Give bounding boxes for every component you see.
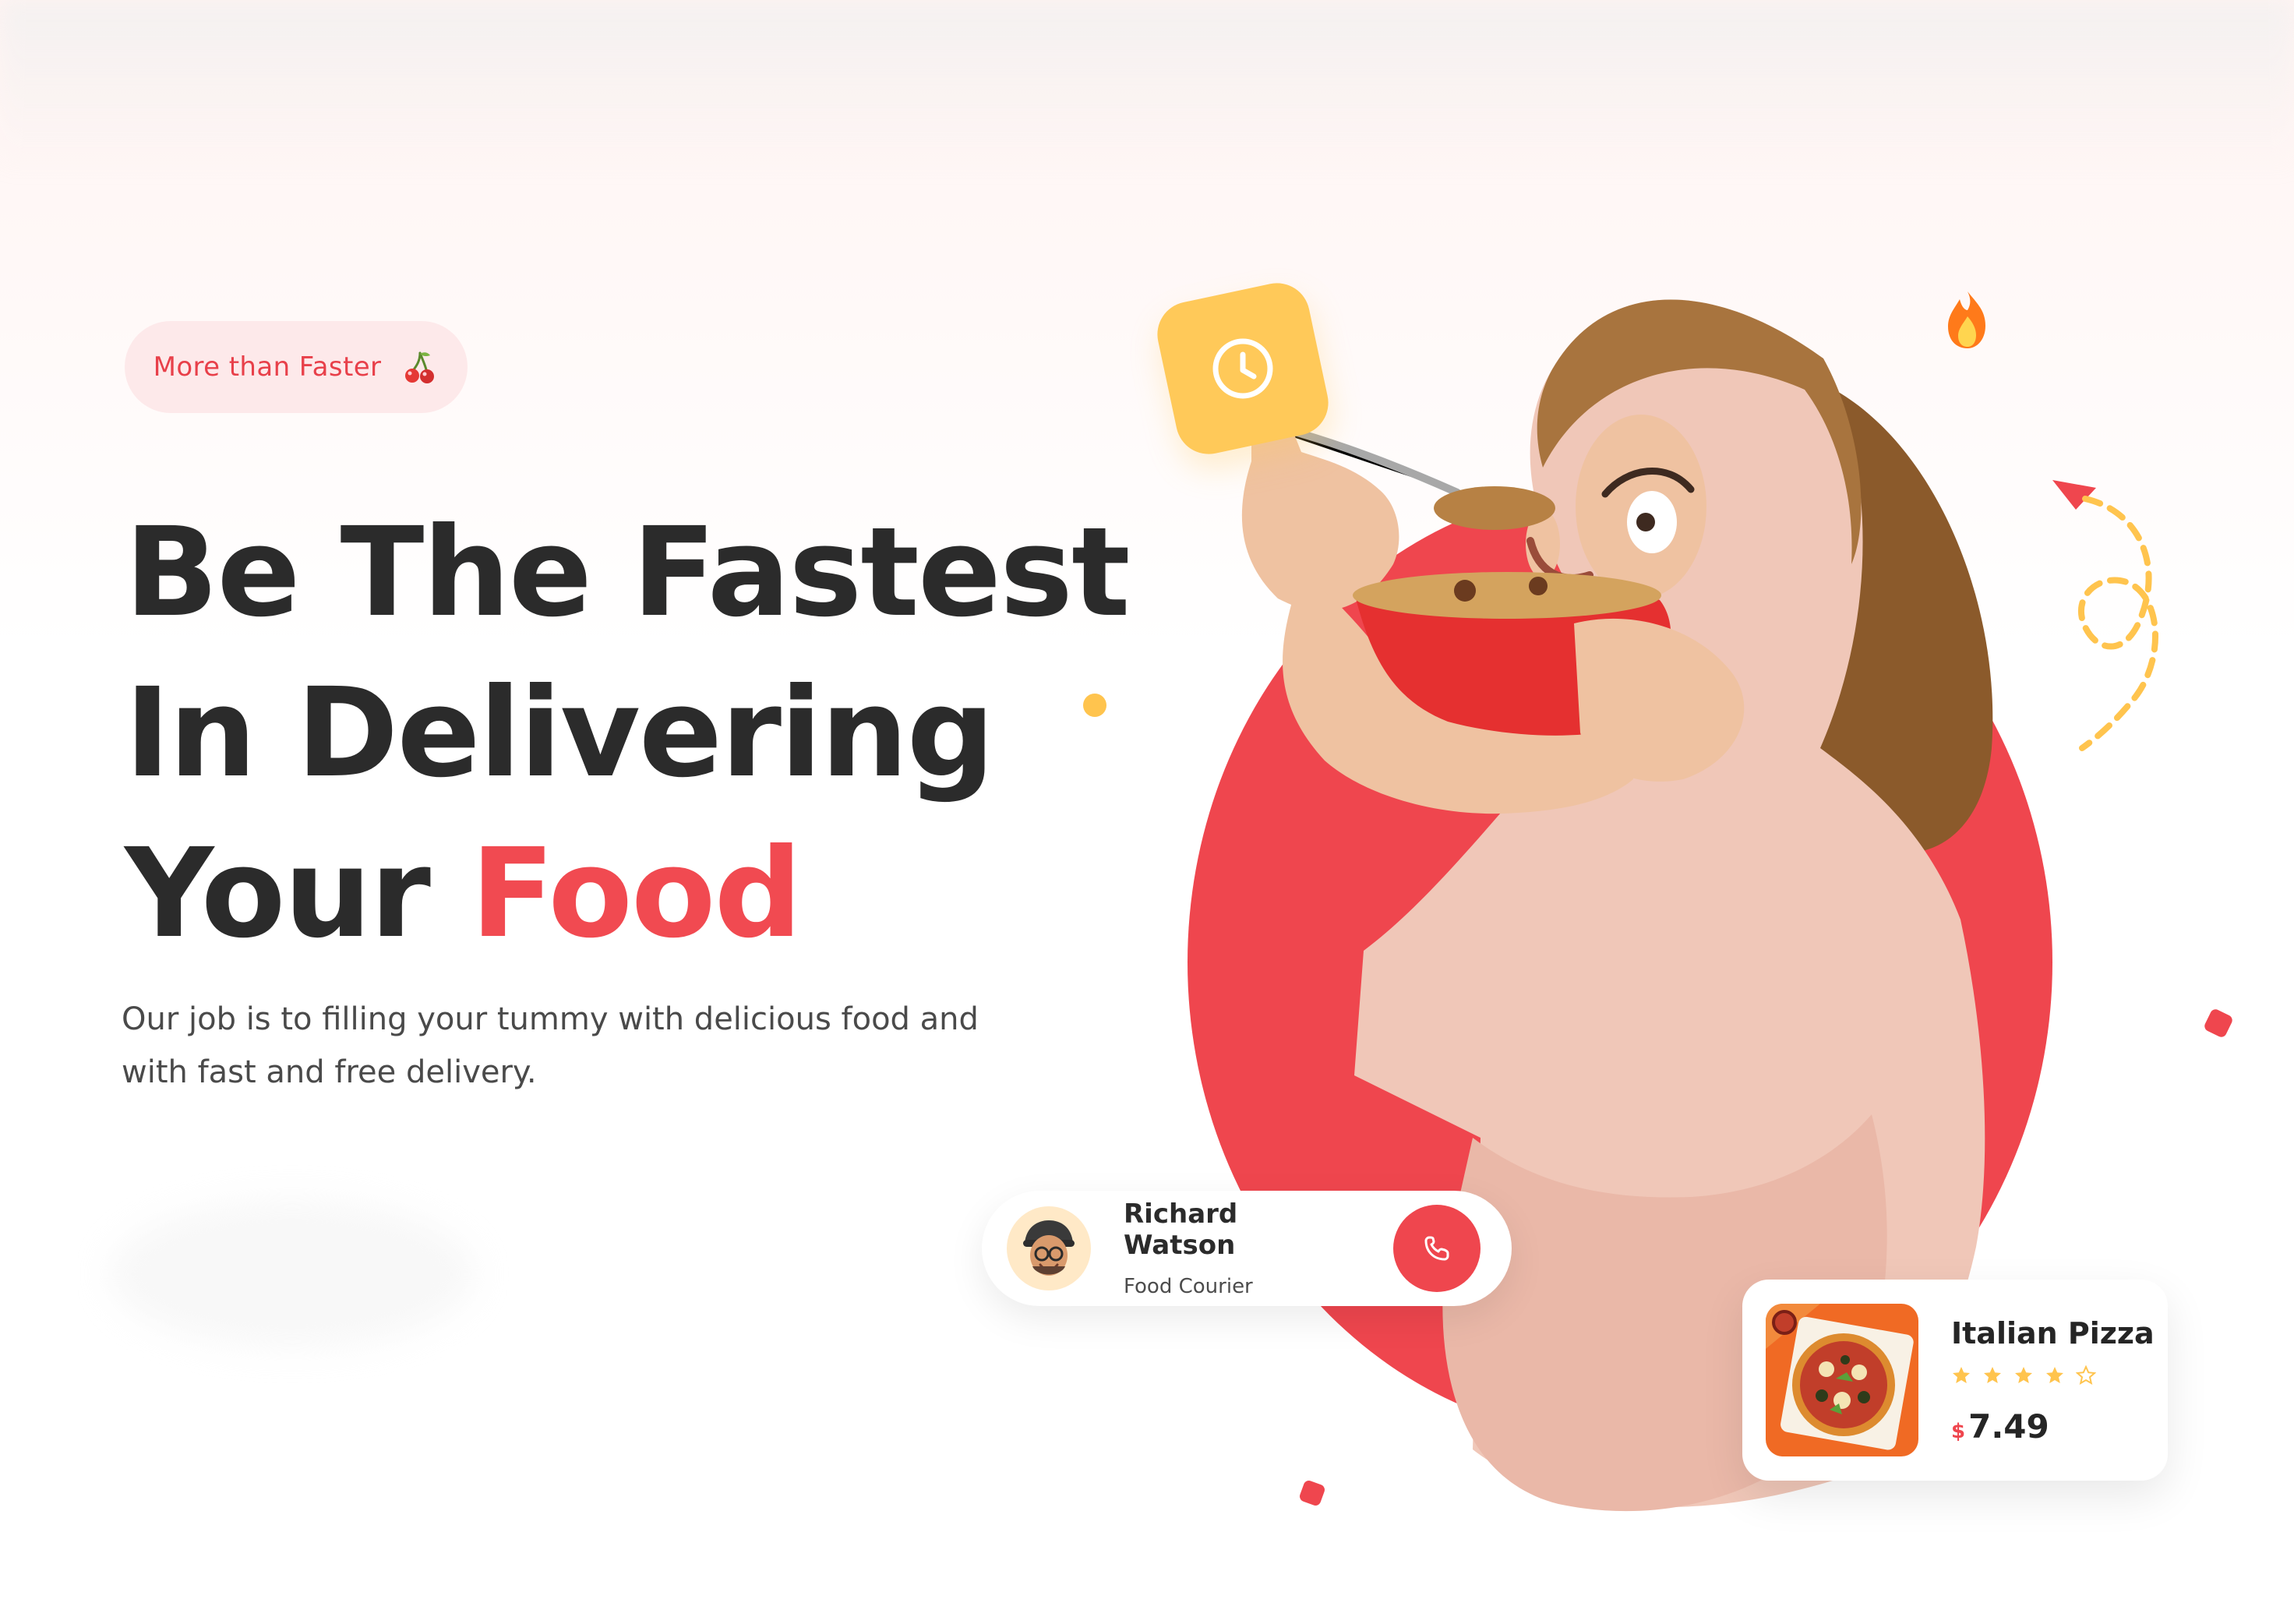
courier-card: Richard Watson Food Courier (982, 1191, 1512, 1306)
call-courier-button[interactable] (1393, 1205, 1481, 1292)
hero-headline: Be The Fastest In Delivering Your Food (125, 492, 1131, 974)
star-filled-icon (2046, 1366, 2063, 1383)
blurred-cta-placeholder (109, 1200, 475, 1348)
hero-badge: More than Faster (125, 321, 468, 413)
courier-info: Richard Watson Food Courier (1124, 1199, 1357, 1298)
courier-role: Food Courier (1124, 1275, 1253, 1298)
decor-yellow-dot (1083, 694, 1106, 717)
star-filled-icon (2015, 1366, 2032, 1383)
hero-badge-label: More than Faster (153, 351, 382, 383)
avatar (1007, 1206, 1091, 1290)
product-info: Italian Pizza $ 7.49 (1951, 1315, 2155, 1446)
headline-line-2: In Delivering (125, 662, 995, 805)
pizza-image (1766, 1304, 1918, 1456)
product-card[interactable]: Italian Pizza $ 7.49 (1742, 1280, 2168, 1481)
headline-line-3: Your Food (125, 814, 1091, 974)
clock-icon (1212, 338, 1273, 399)
star-outline-icon (2076, 1365, 2096, 1385)
headline-line-1: Be The Fastest (125, 501, 1131, 644)
top-nav-blur (0, 0, 2294, 171)
rating-stars (1951, 1365, 2155, 1386)
cherry-icon (405, 351, 435, 383)
pizza-thumbnail-icon (1766, 1304, 1918, 1456)
price-row: $ 7.49 (1951, 1407, 2155, 1446)
courier-avatar-icon (1023, 1220, 1075, 1276)
star-filled-icon (1984, 1366, 2001, 1383)
headline-line-3-prefix: Your (125, 822, 431, 966)
product-price: 7.49 (1968, 1407, 2049, 1446)
hero-description: Our job is to filling your tummy with de… (122, 1001, 979, 1090)
currency-symbol: $ (1951, 1419, 1966, 1443)
phone-icon (1424, 1236, 1449, 1261)
product-name: Italian Pizza (1951, 1315, 2155, 1350)
delivery-time-badge (1151, 277, 1335, 461)
route-arrow-icon (2052, 480, 2158, 751)
headline-accent-word: Food (470, 822, 803, 966)
star-filled-icon (1953, 1366, 1970, 1383)
courier-name: Richard Watson (1124, 1199, 1238, 1261)
fire-icon (1948, 291, 1985, 348)
